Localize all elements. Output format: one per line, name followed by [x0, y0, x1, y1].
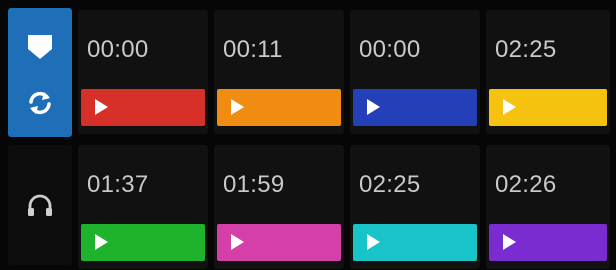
shield-icon	[28, 35, 52, 59]
hot-cue-3[interactable]: 00:00	[350, 10, 480, 134]
cue-monitor-button[interactable]	[8, 145, 72, 265]
cue-color-bar[interactable]	[81, 224, 205, 261]
cue-time: 01:59	[223, 171, 285, 198]
cue-color-bar[interactable]	[489, 89, 607, 126]
play-icon	[503, 99, 516, 115]
cue-time: 00:00	[87, 36, 149, 63]
cue-color-bar[interactable]	[81, 89, 205, 126]
cue-time: 02:26	[495, 171, 557, 198]
hot-cue-1[interactable]: 00:00	[78, 10, 208, 134]
hot-cue-6[interactable]: 01:59	[214, 145, 344, 269]
play-icon	[95, 99, 108, 115]
headphones-icon	[28, 194, 52, 216]
play-icon	[231, 99, 244, 115]
cue-time: 02:25	[359, 171, 421, 198]
play-icon	[367, 234, 380, 250]
cue-color-bar[interactable]	[353, 89, 477, 126]
hot-cue-7[interactable]: 02:25	[350, 145, 480, 269]
cue-color-bar[interactable]	[217, 224, 341, 261]
play-icon	[367, 99, 380, 115]
play-icon	[95, 234, 108, 250]
play-icon	[503, 234, 516, 250]
hot-cue-2[interactable]: 00:11	[214, 10, 344, 134]
cue-time: 01:37	[87, 171, 149, 198]
hot-cue-4[interactable]: 02:25	[486, 10, 610, 134]
cue-color-bar[interactable]	[489, 224, 607, 261]
slip-sync-button[interactable]	[8, 8, 72, 137]
hot-cue-panel: 00:00 00:11 00:00 02:25 01:37 01:59 02:2…	[0, 0, 616, 270]
sync-icon	[29, 91, 51, 115]
cue-color-bar[interactable]	[217, 89, 341, 126]
cue-time: 00:11	[223, 36, 283, 63]
cue-time: 00:00	[359, 36, 421, 63]
hot-cue-5[interactable]: 01:37	[78, 145, 208, 269]
cue-color-bar[interactable]	[353, 224, 477, 261]
play-icon	[231, 234, 244, 250]
cue-time: 02:25	[495, 36, 557, 63]
hot-cue-8[interactable]: 02:26	[486, 145, 610, 269]
